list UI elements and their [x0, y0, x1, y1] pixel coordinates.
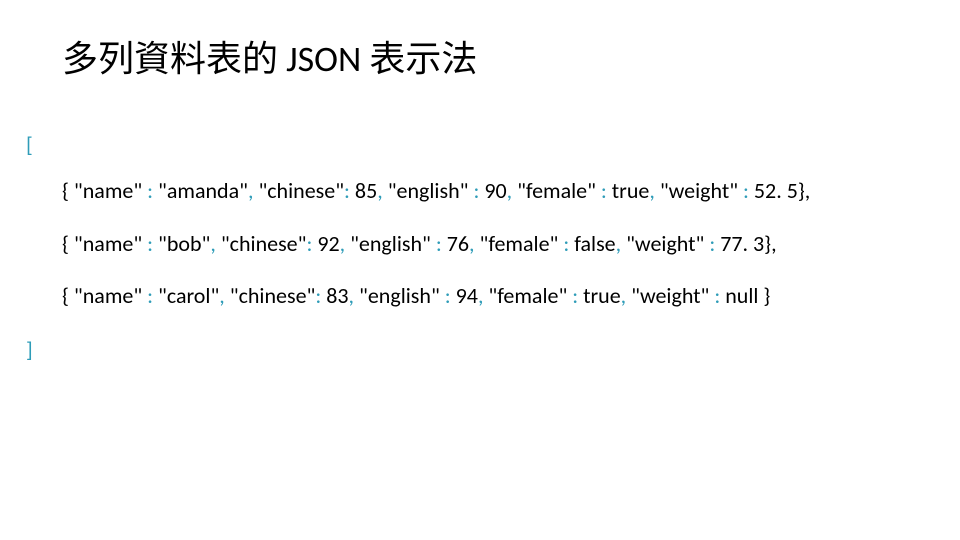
colon: : — [315, 282, 326, 309]
colon: : — [344, 177, 355, 204]
colon: : — [142, 177, 158, 204]
json-record: { "name" : "bob", "chinese": 92, "englis… — [62, 231, 960, 257]
name-val: "bob" — [158, 230, 210, 257]
colon: : — [704, 230, 720, 257]
colon: : — [306, 230, 317, 257]
colon: : — [709, 282, 725, 309]
colon: : — [596, 177, 612, 204]
english-val: 94 — [456, 282, 478, 309]
female-key: "female" — [517, 177, 596, 204]
sep: , — [340, 230, 350, 257]
colon: : — [431, 230, 447, 257]
sep: , — [377, 177, 387, 204]
sep: , — [478, 282, 488, 309]
weight-key: "weight" — [660, 177, 738, 204]
sep: , — [616, 230, 626, 257]
colon: : — [567, 282, 583, 309]
open-brace: { — [62, 177, 74, 204]
female-val: true — [612, 177, 650, 204]
weight-val: 77. 3 — [720, 230, 764, 257]
weight-val: null — [725, 282, 763, 309]
json-records: { "name" : "amanda", "chinese": 85, "eng… — [0, 178, 960, 309]
slide: 多列資料表的 JSON 表示法 [ { "name" : "amanda", "… — [0, 0, 960, 540]
weight-val: 52. 5 — [754, 177, 798, 204]
sep: , — [507, 177, 517, 204]
chinese-val: 83 — [326, 282, 348, 309]
colon: : — [468, 177, 484, 204]
open-brace: { — [62, 282, 74, 309]
json-record: { "name" : "carol", "chinese": 83, "engl… — [62, 283, 960, 309]
chinese-key: "chinese" — [258, 177, 344, 204]
colon: : — [440, 282, 456, 309]
chinese-key: "chinese" — [230, 282, 316, 309]
name-val: "amanda" — [158, 177, 248, 204]
colon: : — [738, 177, 754, 204]
sep: , — [349, 282, 359, 309]
colon: : — [558, 230, 574, 257]
english-val: 76 — [447, 230, 469, 257]
colon: : — [142, 230, 158, 257]
english-val: 90 — [484, 177, 506, 204]
chinese-val: 92 — [317, 230, 339, 257]
close-brace: }, — [764, 230, 776, 257]
sep: , — [469, 230, 479, 257]
sep: , — [248, 177, 258, 204]
name-val: "carol" — [158, 282, 219, 309]
sep: , — [649, 177, 659, 204]
name-key: "name" — [74, 282, 142, 309]
open-brace: { — [62, 230, 74, 257]
name-key: "name" — [74, 177, 142, 204]
english-key: "english" — [359, 282, 440, 309]
female-key: "female" — [488, 282, 567, 309]
json-record: { "name" : "amanda", "chinese": 85, "eng… — [62, 178, 960, 204]
weight-key: "weight" — [631, 282, 709, 309]
english-key: "english" — [350, 230, 431, 257]
female-val: false — [574, 230, 615, 257]
sep: , — [219, 282, 229, 309]
weight-key: "weight" — [626, 230, 704, 257]
colon: : — [142, 282, 158, 309]
json-open-bracket: [ — [26, 132, 960, 158]
chinese-key: "chinese" — [221, 230, 307, 257]
female-val: true — [583, 282, 621, 309]
json-close-bracket: ] — [26, 336, 960, 363]
name-key: "name" — [74, 230, 142, 257]
slide-title: 多列資料表的 JSON 表示法 — [62, 30, 960, 82]
chinese-val: 85 — [355, 177, 377, 204]
english-key: "english" — [388, 177, 469, 204]
close-brace: }, — [798, 177, 810, 204]
female-key: "female" — [480, 230, 559, 257]
sep: , — [210, 230, 220, 257]
sep: , — [621, 282, 631, 309]
close-brace: } — [763, 282, 770, 309]
